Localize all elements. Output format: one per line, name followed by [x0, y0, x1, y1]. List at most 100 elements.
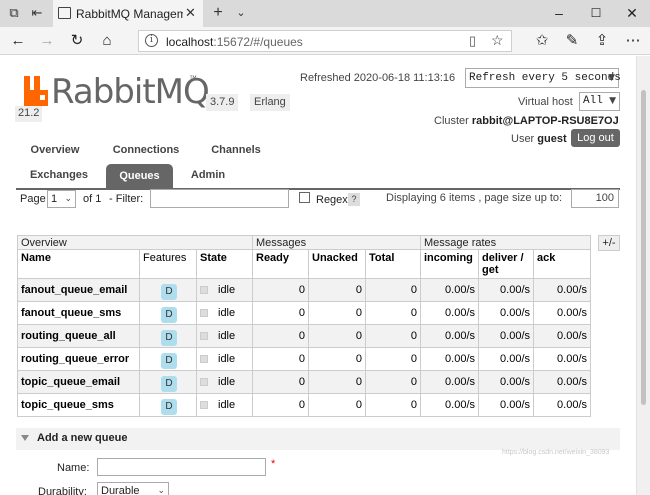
group-messages: Messages	[252, 235, 421, 250]
queue-name-link[interactable]: fanout_queue_sms	[17, 301, 140, 325]
incoming-cell: 0.00/s	[420, 278, 479, 302]
minimize-icon[interactable]: –	[549, 4, 569, 22]
more-icon[interactable]: ⋯	[624, 32, 642, 50]
queue-name-link[interactable]: routing_queue_all	[17, 324, 140, 348]
ack-cell: 0.00/s	[533, 278, 591, 302]
refresh-interval-select[interactable]: Refresh every 5 seconds ▼	[465, 68, 621, 88]
table-row[interactable]: routing_queue_all D idle 0 0 0 0.00/s 0.…	[17, 324, 591, 348]
chevron-down-icon: ▼	[609, 96, 616, 106]
browser-tab[interactable]: RabbitMQ Managemen ✕	[53, 0, 203, 27]
feature-cell: D	[139, 278, 197, 302]
favorite-star-icon[interactable]: ☆	[491, 32, 504, 49]
ack-cell: 0.00/s	[533, 393, 591, 417]
regex-label: Regex	[316, 194, 348, 206]
tab-connections[interactable]: Connections	[104, 144, 188, 156]
url-text[interactable]: localhost:15672/#/queues	[166, 35, 303, 49]
col-state[interactable]: State	[196, 249, 253, 279]
scrollbar-thumb[interactable]	[641, 90, 646, 405]
tab-channels[interactable]: Channels	[201, 144, 271, 156]
state-cell: idle	[196, 278, 253, 302]
watermark-text: https://blog.csdn.net/weixin_38093	[502, 449, 610, 456]
queue-name-input[interactable]	[97, 458, 266, 476]
new-tab-icon[interactable]: +	[210, 5, 226, 21]
queue-name-link[interactable]: fanout_queue_email	[17, 278, 140, 302]
maximize-icon[interactable]: ☐	[586, 4, 606, 22]
col-incoming[interactable]: incoming	[420, 249, 479, 279]
durable-badge: D	[161, 398, 177, 415]
close-tab-icon[interactable]: ✕	[185, 5, 196, 21]
add-queue-title: Add a new queue	[37, 432, 128, 444]
ready-cell: 0	[252, 301, 309, 325]
back-icon[interactable]: ←	[9, 32, 27, 50]
idle-state-icon	[200, 378, 208, 386]
table-row[interactable]: fanout_queue_email D idle 0 0 0 0.00/s 0…	[17, 278, 591, 302]
forward-icon[interactable]: →	[38, 32, 56, 50]
erlang-label: Erlang	[250, 94, 290, 111]
regex-checkbox[interactable]	[299, 192, 310, 203]
idle-state-icon	[200, 332, 208, 340]
refreshed-timestamp: Refreshed 2020-06-18 11:13:16	[300, 72, 456, 84]
pen-icon[interactable]: ✎	[563, 32, 581, 50]
tab-overview[interactable]: Overview	[20, 144, 90, 156]
queue-name-link[interactable]: topic_queue_email	[17, 370, 140, 394]
col-ready[interactable]: Ready	[252, 249, 309, 279]
favorites-icon[interactable]: ✩	[533, 32, 551, 50]
col-name[interactable]: Name	[17, 249, 140, 279]
refresh-icon[interactable]: ↻	[68, 32, 86, 50]
feature-cell: D	[139, 347, 197, 371]
reading-view-icon[interactable]: ▯	[469, 33, 476, 49]
deliver-cell: 0.00/s	[478, 347, 534, 371]
unacked-cell: 0	[308, 278, 366, 302]
col-unacked[interactable]: Unacked	[308, 249, 366, 279]
tab-actions-icon[interactable]: ⧉	[6, 5, 22, 21]
deliver-cell: 0.00/s	[478, 301, 534, 325]
ready-cell: 0	[252, 347, 309, 371]
share-icon[interactable]: ⇪	[593, 32, 611, 50]
page-count-label: of 1	[83, 193, 102, 205]
site-info-icon[interactable]: i	[145, 34, 158, 47]
idle-state-icon	[200, 286, 208, 294]
total-cell: 0	[365, 278, 421, 302]
durable-badge: D	[161, 283, 177, 300]
address-bar[interactable]: i localhost:15672/#/queues ▯ ☆	[138, 30, 512, 52]
durable-badge: D	[161, 352, 177, 369]
filter-input[interactable]	[150, 189, 289, 208]
virtual-host-select[interactable]: All ▼	[579, 92, 620, 111]
page-size-input[interactable]: 100	[571, 189, 619, 208]
incoming-cell: 0.00/s	[420, 370, 479, 394]
add-queue-section-header[interactable]: Add a new queue	[16, 428, 620, 450]
back-tabs-icon[interactable]: ⇤	[29, 5, 45, 21]
tab-underline	[16, 188, 620, 190]
queue-name-link[interactable]: routing_queue_error	[17, 347, 140, 371]
home-icon[interactable]: ⌂	[98, 32, 116, 50]
tab-exchanges[interactable]: Exchanges	[20, 169, 98, 181]
feature-cell: D	[139, 301, 197, 325]
page-scrollbar[interactable]	[636, 56, 650, 495]
page-select[interactable]: 1 ⌄	[47, 190, 76, 208]
total-cell: 0	[365, 301, 421, 325]
ack-cell: 0.00/s	[533, 347, 591, 371]
col-deliver-get[interactable]: deliver / get	[478, 249, 534, 279]
idle-state-icon	[200, 309, 208, 317]
close-window-icon[interactable]: ✕	[622, 4, 642, 22]
toggle-columns-button[interactable]: +/-	[598, 235, 620, 251]
col-total[interactable]: Total	[365, 249, 421, 279]
page-label: Page	[20, 193, 46, 205]
durability-select[interactable]: Durable ⌄	[97, 482, 169, 495]
col-ack[interactable]: ack	[533, 249, 591, 279]
table-row[interactable]: routing_queue_error D idle 0 0 0 0.00/s …	[17, 347, 591, 371]
user-info: User guest	[511, 133, 567, 145]
virtual-host-label: Virtual host	[518, 96, 573, 108]
table-row[interactable]: topic_queue_sms D idle 0 0 0 0.00/s 0.00…	[17, 393, 591, 417]
table-row[interactable]: fanout_queue_sms D idle 0 0 0 0.00/s 0.0…	[17, 301, 591, 325]
logout-button[interactable]: Log out	[571, 129, 620, 147]
trademark-mark: ™	[189, 74, 197, 83]
table-row[interactable]: topic_queue_email D idle 0 0 0 0.00/s 0.…	[17, 370, 591, 394]
regex-help-icon[interactable]: ?	[348, 193, 360, 206]
queue-name-link[interactable]: topic_queue_sms	[17, 393, 140, 417]
tab-list-chevron-icon[interactable]: ⌄	[233, 5, 249, 21]
tab-queues[interactable]: Queues	[106, 164, 173, 188]
collapse-triangle-icon	[21, 435, 29, 441]
tab-admin[interactable]: Admin	[181, 169, 235, 181]
unacked-cell: 0	[308, 301, 366, 325]
